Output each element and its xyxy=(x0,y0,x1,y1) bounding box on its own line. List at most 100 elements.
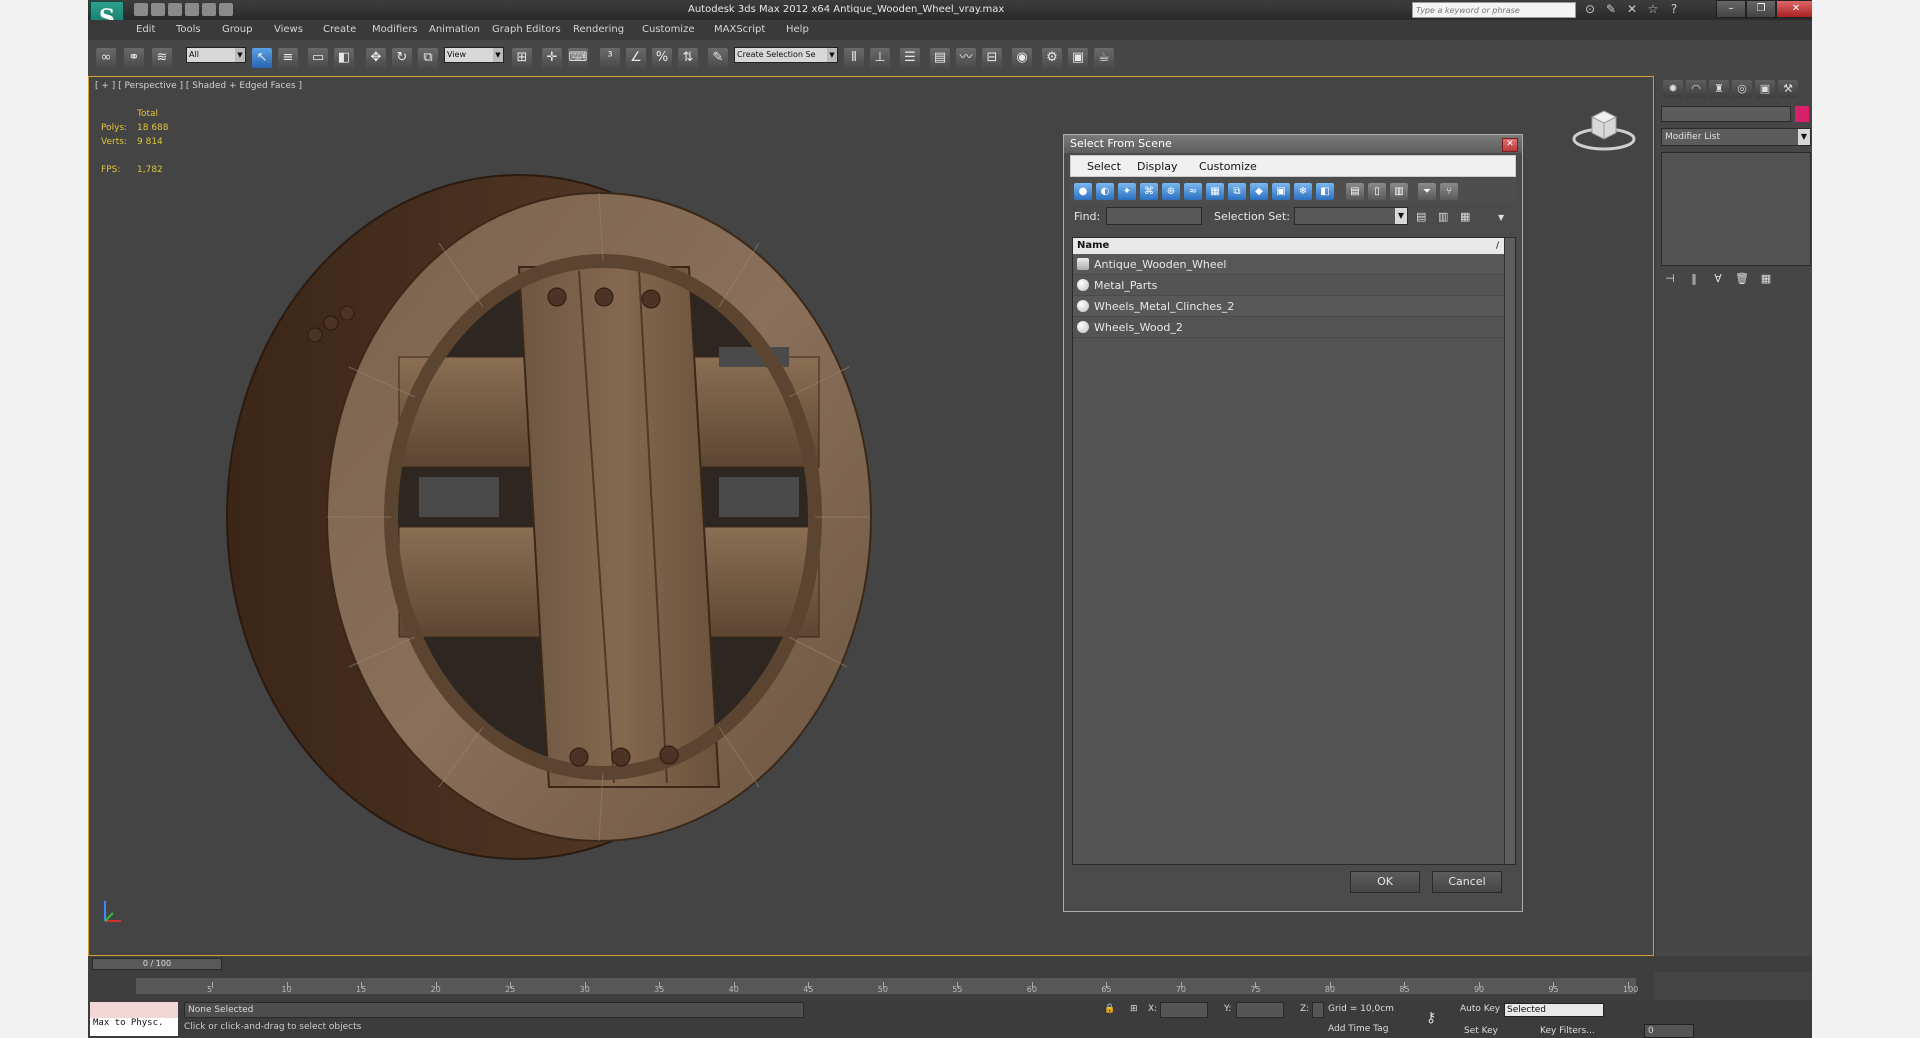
maxscript-listener[interactable]: Max to Physc. xyxy=(90,1002,178,1036)
select-object-icon[interactable]: ↖ xyxy=(252,48,272,68)
subscription-icon[interactable]: ✎ xyxy=(1603,2,1619,16)
window-crossing-icon[interactable]: ◧ xyxy=(334,48,354,68)
dialog-menu-customize[interactable]: Customize xyxy=(1199,160,1257,173)
time-slider[interactable]: 0 / 100 xyxy=(92,958,222,970)
list-item[interactable]: Wheels_Metal_Clinches_2 xyxy=(1073,296,1505,317)
menu-customize[interactable]: Customize xyxy=(642,24,695,35)
ok-button[interactable]: OK xyxy=(1350,871,1420,893)
display-frozen-icon[interactable]: ❄ xyxy=(1294,183,1312,200)
rendered-frame-window-icon[interactable]: ▣ xyxy=(1068,48,1088,68)
menu-maxscript[interactable]: MAXScript xyxy=(714,24,765,35)
dialog-close-button[interactable]: ✕ xyxy=(1502,138,1518,152)
undo-icon[interactable] xyxy=(185,3,199,16)
select-manipulate-icon[interactable]: ✛ xyxy=(542,48,562,68)
curve-editor-icon[interactable]: 〰 xyxy=(956,48,976,68)
hierarchy-tab-icon[interactable]: ♜ xyxy=(1709,80,1729,98)
angle-snap-icon[interactable]: ∠ xyxy=(626,48,646,68)
reference-coordinate-dropdown[interactable]: View ▼ xyxy=(444,47,504,63)
viewport-label[interactable]: [ + ] [ Perspective ] [ Shaded + Edged F… xyxy=(95,81,302,91)
menu-modifiers[interactable]: Modifiers xyxy=(372,24,418,35)
viewcube-icon[interactable] xyxy=(1571,103,1637,153)
rotate-icon[interactable]: ↻ xyxy=(392,48,412,68)
render-production-icon[interactable]: ☕ xyxy=(1094,48,1114,68)
expand-arrow-icon[interactable]: ▼ xyxy=(1498,213,1504,222)
maxscript-output[interactable] xyxy=(90,1002,178,1018)
maxscript-input[interactable]: Max to Physc. xyxy=(90,1018,178,1028)
auto-key-button[interactable]: Auto Key xyxy=(1460,1004,1500,1014)
schematic-view-icon[interactable]: ⊟ xyxy=(982,48,1002,68)
minimize-button[interactable]: – xyxy=(1716,0,1746,18)
redo-icon[interactable] xyxy=(202,3,216,16)
column-header-name[interactable]: Name / xyxy=(1073,238,1515,254)
lock-icon[interactable]: 🔒 xyxy=(1104,1004,1115,1014)
display-shapes-icon[interactable]: ◐ xyxy=(1096,183,1114,200)
menu-edit[interactable]: Edit xyxy=(136,24,155,35)
save-icon[interactable] xyxy=(168,3,182,16)
display-none-icon[interactable]: ▯ xyxy=(1368,183,1386,200)
list-scrollbar[interactable] xyxy=(1504,238,1515,864)
absolute-mode-icon[interactable]: ⊞ xyxy=(1130,1004,1138,1014)
create-set-icon[interactable]: ▤ xyxy=(1416,210,1426,223)
spinner-snap-icon[interactable]: ⇅ xyxy=(678,48,698,68)
menu-rendering[interactable]: Rendering xyxy=(573,24,624,35)
modifier-stack[interactable] xyxy=(1661,152,1811,266)
display-groups-icon[interactable]: ▦ xyxy=(1206,183,1224,200)
motion-tab-icon[interactable]: ◎ xyxy=(1732,80,1752,98)
percent-snap-icon[interactable]: % xyxy=(652,48,672,68)
binoculars-icon[interactable]: ⊙ xyxy=(1582,2,1598,16)
key-icon[interactable]: ⚷ xyxy=(1426,1010,1436,1026)
wooden-wheel-model[interactable] xyxy=(219,147,959,877)
scale-icon[interactable]: ⧉ xyxy=(418,48,438,68)
current-frame-field[interactable]: 0 xyxy=(1644,1024,1694,1038)
display-bones-icon[interactable]: ◆ xyxy=(1250,183,1268,200)
add-time-tag[interactable]: Add Time Tag xyxy=(1328,1024,1388,1034)
modify-tab-icon[interactable]: ◠ xyxy=(1686,80,1706,98)
menu-create[interactable]: Create xyxy=(323,24,356,35)
display-invert-icon[interactable]: ▥ xyxy=(1390,183,1408,200)
selection-set-dropdown[interactable]: ▼ xyxy=(1294,207,1408,225)
close-window-button[interactable]: ✕ xyxy=(1776,0,1812,18)
display-hidden-icon[interactable]: ◧ xyxy=(1316,183,1334,200)
menu-help[interactable]: Help xyxy=(786,24,809,35)
help-search-input[interactable] xyxy=(1413,3,1569,17)
make-unique-icon[interactable]: ∀ xyxy=(1709,272,1727,288)
key-filters-button[interactable]: Key Filters... xyxy=(1540,1026,1595,1036)
rectangular-selection-icon[interactable]: ▭ xyxy=(308,48,328,68)
selection-filter-dropdown[interactable]: All ▼ xyxy=(186,47,246,63)
keyboard-shortcut-icon[interactable]: ⌨ xyxy=(568,48,588,68)
display-xrefs-icon[interactable]: ⧉ xyxy=(1228,183,1246,200)
utilities-tab-icon[interactable]: ⚒ xyxy=(1778,80,1798,98)
menu-group[interactable]: Group xyxy=(222,24,252,35)
mirror-icon[interactable]: ⫴ xyxy=(844,48,864,68)
communication-icon[interactable]: ✕ xyxy=(1624,2,1640,16)
object-list[interactable]: Name / Antique_Wooden_Wheel Metal_Parts W… xyxy=(1072,237,1516,865)
modifier-list-dropdown[interactable]: Modifier List ▼ xyxy=(1661,128,1811,146)
pin-stack-icon[interactable]: ⊣ xyxy=(1661,272,1679,288)
create-tab-icon[interactable]: ✸ xyxy=(1663,80,1683,98)
show-end-result-icon[interactable]: ‖ xyxy=(1685,272,1703,288)
pivot-center-icon[interactable]: ⊞ xyxy=(512,48,532,68)
cancel-button[interactable]: Cancel xyxy=(1432,871,1502,893)
graphite-ribbon-icon[interactable]: ▤ xyxy=(930,48,950,68)
move-icon[interactable]: ✥ xyxy=(366,48,386,68)
render-setup-icon[interactable]: ⚙ xyxy=(1042,48,1062,68)
dialog-menu-select[interactable]: Select xyxy=(1087,160,1121,173)
menu-tools[interactable]: Tools xyxy=(176,24,201,35)
z-coord-field[interactable] xyxy=(1312,1002,1324,1018)
dialog-menu-display[interactable]: Display xyxy=(1137,160,1178,173)
display-containers-icon[interactable]: ▣ xyxy=(1272,183,1290,200)
display-all-icon[interactable]: ▤ xyxy=(1346,183,1364,200)
bind-space-warp-icon[interactable]: ≋ xyxy=(152,48,172,68)
help-question-icon[interactable]: ? xyxy=(1666,2,1682,16)
display-cameras-icon[interactable]: ⌘ xyxy=(1140,183,1158,200)
list-item[interactable]: Metal_Parts xyxy=(1073,275,1505,296)
key-selection-dropdown[interactable]: Selected xyxy=(1504,1003,1604,1017)
object-name-field[interactable] xyxy=(1661,106,1791,122)
project-folder-icon[interactable] xyxy=(219,3,233,16)
layer-manager-icon[interactable]: ☰ xyxy=(900,48,920,68)
named-selection-dropdown[interactable]: Create Selection Se ▼ xyxy=(734,47,838,63)
menu-graph-editors[interactable]: Graph Editors xyxy=(492,24,561,35)
add-to-set-icon[interactable]: ▥ xyxy=(1438,210,1448,223)
display-tab-icon[interactable]: ▣ xyxy=(1755,80,1775,98)
configure-modifier-sets-icon[interactable]: ▦ xyxy=(1757,272,1775,288)
